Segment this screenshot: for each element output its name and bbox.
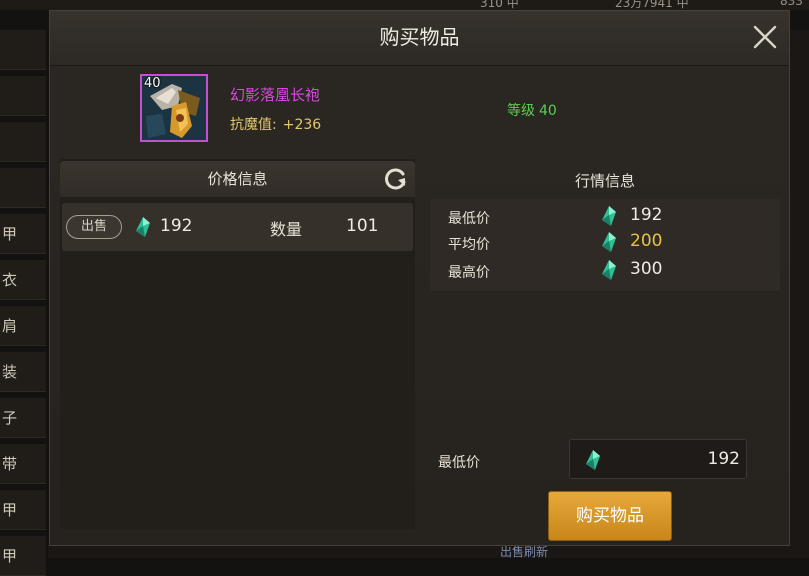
market-info-title: 行情信息 — [574, 172, 635, 190]
quantity-label: 数量 — [270, 220, 303, 239]
background-bottom-strip: 出售刷新 — [48, 545, 788, 558]
market-row-lowest: 最低价 192 — [430, 203, 780, 229]
background-category-list: 甲 衣 肩 装 子 带 甲 甲 — [0, 30, 48, 576]
gem-icon — [602, 232, 616, 252]
bg-category-tab: 肩 — [0, 306, 46, 346]
bg-category-tab: 甲 — [0, 490, 46, 530]
bg-category-tab: 带 — [0, 444, 46, 484]
item-level: 等级 40 — [507, 100, 557, 120]
bg-category-tab — [0, 76, 46, 116]
stat-value: +236 — [282, 117, 322, 133]
sell-badge: 出售 — [66, 215, 122, 239]
market-row-label: 最高价 — [448, 265, 490, 281]
buy-item-dialog: 购买物品 40 幻影落凰长袍 抗魔值: +236 等级 40 价格信息 出售 1… — [49, 10, 790, 546]
dialog-title: 购买物品 — [379, 25, 460, 49]
item-stat: 抗魔值: +236 — [230, 114, 321, 134]
level-label: 等级 — [507, 103, 535, 119]
refresh-button[interactable] — [383, 166, 409, 192]
market-row-value: 200 — [630, 231, 663, 251]
bg-category-tab: 装 — [0, 352, 46, 392]
close-button[interactable] — [749, 21, 781, 53]
bg-category-tab: 甲 — [0, 536, 46, 576]
close-icon — [753, 25, 777, 49]
refresh-icon — [385, 168, 406, 190]
bg-silver-amount: 310 中 — [480, 0, 519, 10]
item-info-row: 40 幻影落凰长袍 抗魔值: +236 等级 40 — [50, 66, 789, 160]
level-value: 40 — [539, 103, 557, 119]
bg-category-tab — [0, 30, 46, 70]
bg-gold-amount: 23万7941 中 — [615, 0, 689, 10]
background-top-bar: 310 中 23万7941 中 833 — [0, 0, 809, 10]
market-price-list: 最低价 192 平均价 200 最高价 300 — [430, 199, 780, 291]
stat-label: 抗魔值: — [230, 117, 277, 133]
gem-icon — [136, 217, 150, 237]
bg-category-tab — [0, 168, 46, 208]
bg-bottom-text: 出售刷新 — [500, 545, 549, 558]
bg-category-tab: 甲 — [0, 214, 46, 254]
bg-category-tab: 子 — [0, 398, 46, 438]
bg-category-tab: 衣 — [0, 260, 46, 300]
price-info-header: 价格信息 — [60, 161, 415, 197]
price-info-title: 价格信息 — [207, 170, 268, 188]
market-row-value: 300 — [630, 259, 663, 279]
price-info-panel: 价格信息 出售 192 数量 101 — [60, 159, 415, 529]
market-row-average: 平均价 200 — [430, 229, 780, 255]
gem-icon — [586, 450, 600, 470]
purchase-price-input[interactable]: 192 — [569, 439, 747, 479]
quantity-value: 101 — [346, 216, 379, 236]
bg-category-tab — [0, 122, 46, 162]
market-row-highest: 最高价 300 — [430, 257, 780, 283]
listing-price: 192 — [160, 216, 193, 236]
purchase-price-label: 最低价 — [438, 455, 480, 471]
bg-right-amount: 833 — [780, 0, 803, 8]
item-level-badge: 40 — [144, 76, 161, 91]
dialog-header: 购买物品 — [50, 11, 789, 66]
market-row-label: 平均价 — [448, 237, 490, 253]
gem-icon — [602, 206, 616, 226]
market-row-label: 最低价 — [448, 211, 490, 227]
item-name: 幻影落凰长袍 — [230, 86, 321, 104]
listing-row[interactable]: 出售 192 数量 101 — [62, 203, 413, 251]
purchase-price-value: 192 — [707, 449, 740, 469]
market-row-value: 192 — [630, 205, 663, 225]
buy-item-button[interactable]: 购买物品 — [548, 491, 672, 541]
item-icon[interactable]: 40 — [140, 74, 208, 142]
gem-icon — [602, 260, 616, 280]
